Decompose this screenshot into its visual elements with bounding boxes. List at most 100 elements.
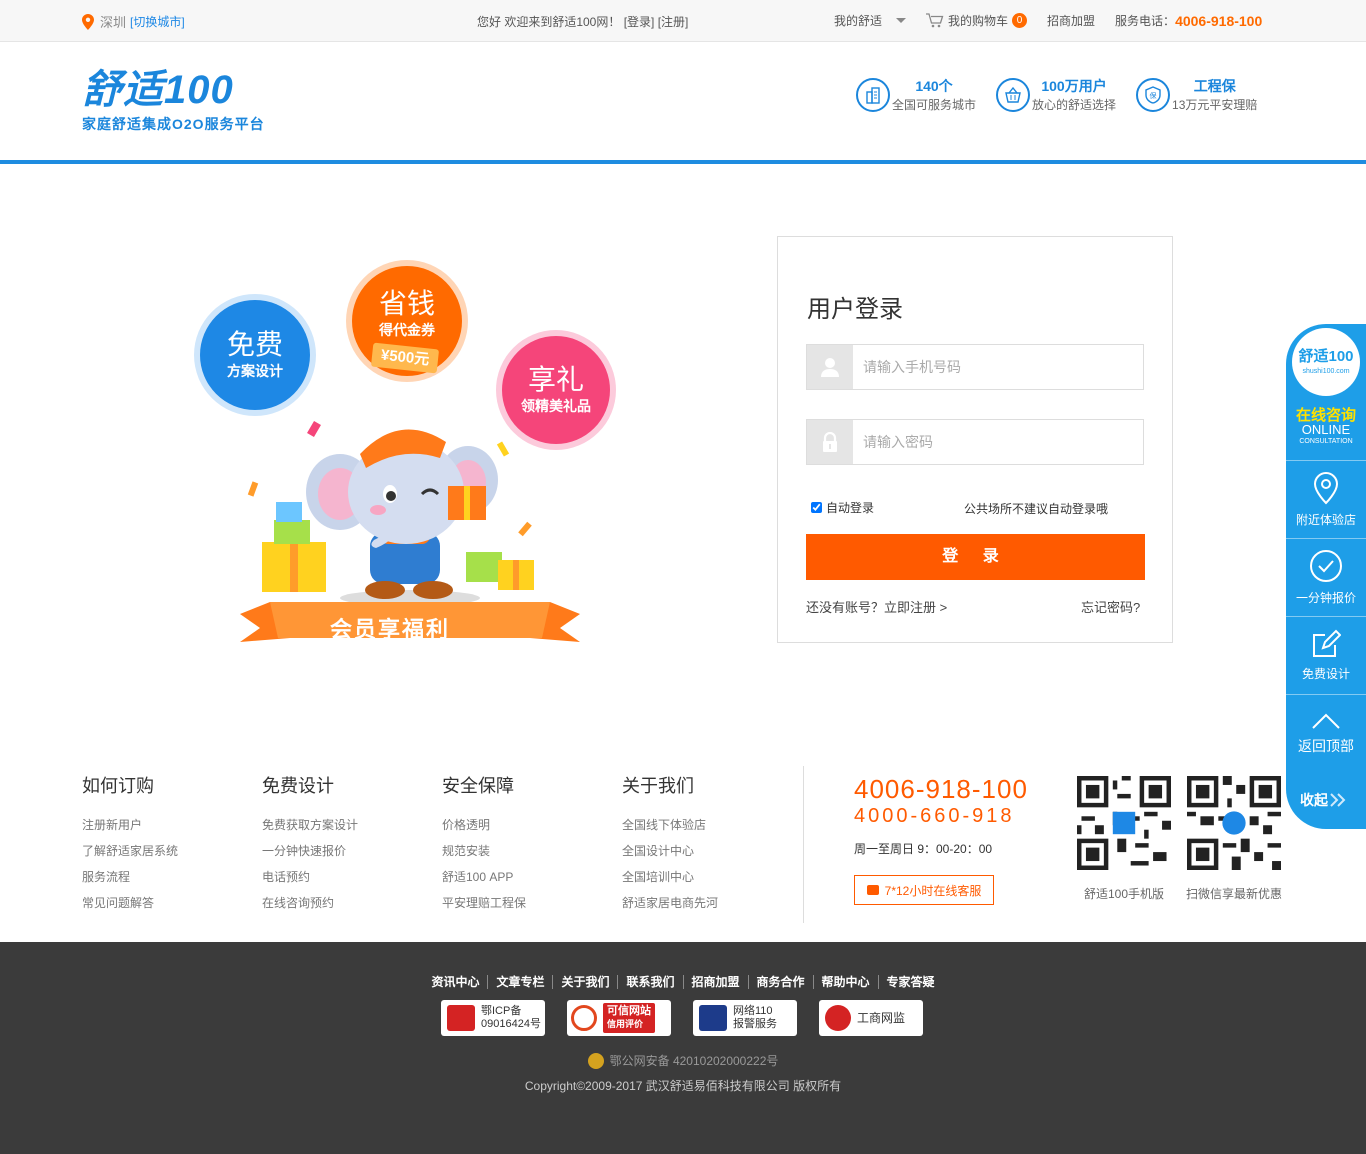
top-bar: 深圳 [切换城市] 您好 欢迎来到舒适100网！ [登录] [注册] 我的舒适 … <box>0 0 1366 42</box>
bottom-link[interactable]: 联系我们 <box>618 975 684 989</box>
feature-users: 100万用户 放心的舒适选择 <box>996 76 1116 113</box>
auto-login-hint: 公共场所不建议自动登录哦 <box>964 502 1109 516</box>
free-design-bubble: 免费 方案设计 <box>200 300 310 410</box>
trusted-site-badge[interactable]: 可信网站 信用评价 <box>567 1000 671 1036</box>
online-service-button[interactable]: 7*12小时在线客服 <box>854 875 994 905</box>
chat-icon <box>866 885 879 895</box>
footer-divider <box>803 766 804 923</box>
footer-link[interactable]: 舒适家居电商先河 <box>622 890 792 916</box>
top-right-nav: 我的舒适 我的购物车 0 招商加盟 服务电话： 4006-918-100 <box>834 12 1282 29</box>
forgot-password-link[interactable]: 忘记密码? <box>1081 597 1140 616</box>
login-panel: 用户登录 自动登录 公共场所不建议自动登录哦 登 录 还没有账号？立即注册 > … <box>777 236 1173 643</box>
bottom-link[interactable]: 专家答疑 <box>879 975 943 989</box>
login-link[interactable]: [登录] <box>624 15 655 29</box>
police-record: 鄂公网安备 42010202000222号 <box>0 1052 1366 1069</box>
footer-link[interactable]: 规范安装 <box>442 838 612 864</box>
float-logo: 舒适100 shushi100.com <box>1292 328 1360 396</box>
feature-highlights: 140个 全国可服务城市 100万用户 放心的舒适选择 保 工程保 13万元平安… <box>856 76 1277 113</box>
back-to-top-button[interactable]: 返回顶部 <box>1286 694 1366 772</box>
bubble-title: 省钱 <box>378 288 435 319</box>
footer-link[interactable]: 全国培训中心 <box>622 864 792 890</box>
footer-column-title: 免费设计 <box>262 776 334 796</box>
footer-link[interactable]: 服务流程 <box>82 864 252 890</box>
online-service-label: 7*12小时在线客服 <box>884 883 982 898</box>
my-shushi-dropdown[interactable]: 我的舒适 <box>834 12 907 29</box>
city-selector[interactable]: 深圳 [切换城市] <box>82 12 185 31</box>
free-design-button[interactable]: 免费设计 <box>1286 616 1366 694</box>
bottom-link[interactable]: 招商加盟 <box>683 975 749 989</box>
bottom-link[interactable]: 文章专栏 <box>488 975 554 989</box>
member-benefits-illustration: 免费 方案设计 省钱 得代金券 ¥500元 享礼 领精美礼品 会员享福利 <box>190 262 620 662</box>
bottom-link[interactable]: 资讯中心 <box>423 975 489 989</box>
collapse-button[interactable]: 收起 <box>1300 790 1348 810</box>
bubble-title: 免费 <box>226 329 283 360</box>
phone-input[interactable] <box>853 345 1143 389</box>
police-record-text[interactable]: 鄂公网安备 42010202000222号 <box>610 1052 779 1069</box>
svg-text:保: 保 <box>1150 91 1157 100</box>
password-input[interactable] <box>853 420 1143 464</box>
footer-link[interactable]: 全国设计中心 <box>622 838 792 864</box>
chevron-up-icon <box>1312 713 1340 729</box>
quick-quote-button[interactable]: 一分钟报价 <box>1286 538 1366 616</box>
bubble-subtitle: 得代金券 <box>379 322 435 338</box>
footer-link[interactable]: 价格透明 <box>442 812 612 838</box>
service-phone-label: 服务电话： <box>1115 14 1176 28</box>
footer-link[interactable]: 免费获取方案设计 <box>262 812 432 838</box>
nearby-store-label: 附近体验店 <box>1295 513 1356 527</box>
badge-line2: 报警服务 <box>733 1018 777 1030</box>
business-supervision-badge[interactable]: 工商网监 <box>819 1000 923 1036</box>
bubble-subtitle: 方案设计 <box>227 363 283 379</box>
franchise-label: 招商加盟 <box>1047 14 1096 28</box>
login-button[interactable]: 登 录 <box>806 534 1145 580</box>
site-logo[interactable]: 舒适100 家庭舒适集成O2O服务平台 <box>82 68 265 134</box>
franchise-link[interactable]: 招商加盟 <box>1047 12 1095 29</box>
shield-icon: 保 <box>1136 77 1171 112</box>
auto-login-check[interactable] <box>811 502 822 513</box>
footer-link[interactable]: 在线咨询预约 <box>262 890 432 916</box>
hotline-block: 4006-918-100 4000-660-918 周一至周日 9：00-20：… <box>854 774 1028 905</box>
online-consult-button[interactable]: 舒适100 shushi100.com 在线咨询 ONLINE CONSULTA… <box>1286 324 1366 456</box>
brand-slogan: 家庭舒适集成O2O服务平台 <box>82 116 265 132</box>
mobile-qr-block: 舒适100手机版 <box>1076 776 1172 902</box>
auto-login-label: 自动登录 <box>826 501 875 515</box>
trust-badges: 鄂ICP备 09016424号 可信网站 信用评价 网络110 报警服务 工商网监 <box>441 1000 945 1036</box>
mobile-qr-label: 舒适100手机版 <box>1083 887 1165 901</box>
badge-line1: 鄂ICP备 <box>481 1005 522 1017</box>
lock-icon <box>807 420 853 464</box>
my-shushi-label: 我的舒适 <box>834 14 883 28</box>
feature-insurance: 保 工程保 13万元平安理赔 <box>1136 76 1257 113</box>
user-icon <box>807 345 853 389</box>
floating-service-bar: 舒适100 shushi100.com 在线咨询 ONLINE CONSULTA… <box>1286 324 1366 829</box>
footer-column: 免费设计 免费获取方案设计 一分钟快速报价 电话预约 在线咨询预约 <box>262 772 432 916</box>
feature-title: 100万用户 <box>1041 78 1107 94</box>
edit-icon <box>1313 629 1341 657</box>
bottom-nav-links: 资讯中心 文章专栏 关于我们 联系我们 招商加盟 商务合作 帮助中心 专家答疑 <box>0 973 1366 990</box>
nearby-store-button[interactable]: 附近体验店 <box>1286 460 1366 538</box>
footer-link[interactable]: 一分钟快速报价 <box>262 838 432 864</box>
cart-link[interactable]: 我的购物车 0 <box>926 12 1028 29</box>
register-now-link[interactable]: 还没有账号？立即注册 > <box>806 597 947 616</box>
badge-line1: 网络110 <box>733 1005 773 1017</box>
footer-link[interactable]: 了解舒适家居系统 <box>82 838 252 864</box>
register-link[interactable]: [注册] <box>658 15 689 29</box>
bottom-link[interactable]: 帮助中心 <box>813 975 879 989</box>
footer-link[interactable]: 注册新用户 <box>82 812 252 838</box>
icp-icon <box>447 1005 475 1031</box>
feature-desc: 全国可服务城市 <box>892 98 977 112</box>
welcome-message: 您好 欢迎来到舒适100网！ [登录] [注册] <box>477 13 688 30</box>
auto-login-checkbox[interactable]: 自动登录 <box>811 499 874 516</box>
icp-badge[interactable]: 鄂ICP备 09016424号 <box>441 1000 545 1036</box>
location-pin-icon <box>1313 471 1339 505</box>
bottom-link[interactable]: 关于我们 <box>553 975 619 989</box>
police-110-badge[interactable]: 网络110 报警服务 <box>693 1000 797 1036</box>
footer-column: 如何订购 注册新用户 了解舒适家居系统 服务流程 常见问题解答 <box>82 772 252 916</box>
bottom-link[interactable]: 商务合作 <box>748 975 814 989</box>
footer-link[interactable]: 平安理赔工程保 <box>442 890 612 916</box>
footer-link[interactable]: 常见问题解答 <box>82 890 252 916</box>
footer-link[interactable]: 电话预约 <box>262 864 432 890</box>
feature-desc: 放心的舒适选择 <box>1032 98 1117 112</box>
site-header: 舒适100 家庭舒适集成O2O服务平台 140个 全国可服务城市 100万用户 … <box>0 42 1366 164</box>
switch-city-link[interactable]: [切换城市] <box>130 13 185 30</box>
footer-link[interactable]: 全国线下体验店 <box>622 812 792 838</box>
footer-link[interactable]: 舒适100 APP <box>442 864 612 890</box>
